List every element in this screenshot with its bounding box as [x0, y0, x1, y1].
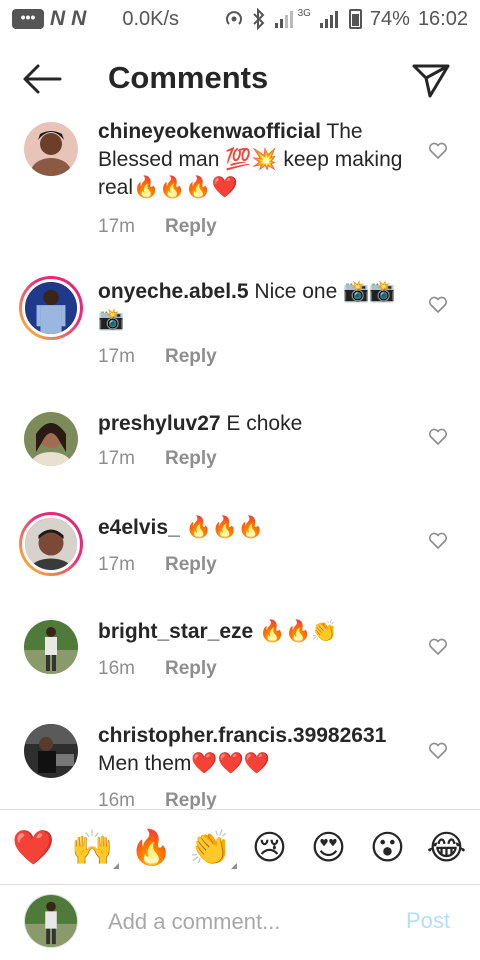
avatar[interactable]	[24, 412, 78, 466]
avatar[interactable]	[24, 724, 78, 778]
reply-button[interactable]: Reply	[165, 216, 217, 238]
reply-button[interactable]: Reply	[165, 554, 217, 576]
comment-time: 17m	[98, 216, 135, 237]
comment-text: preshyluv27 E choke	[98, 410, 416, 438]
comment-message: E choke	[220, 412, 303, 435]
battery-icon	[348, 9, 362, 29]
comment-meta: 17m Reply	[98, 554, 217, 576]
reply-button[interactable]: Reply	[165, 346, 217, 368]
comment-time: 17m	[98, 448, 135, 469]
avatar[interactable]	[24, 122, 78, 176]
back-arrow-icon[interactable]	[20, 62, 64, 96]
quick-reactions-bar: ❤️ 🙌 🔥 👏 😢 😍 😮 😂	[0, 818, 480, 878]
comment-text: christopher.francis.39982631 Men them❤️❤…	[98, 722, 416, 778]
like-heart-icon[interactable]	[428, 296, 448, 314]
comment-meta: 16m Reply	[98, 658, 217, 680]
bluetooth-icon	[252, 8, 264, 30]
like-heart-icon[interactable]	[428, 428, 448, 446]
reaction-fire[interactable]: 🔥	[128, 823, 176, 873]
reaction-crying[interactable]: 😢	[246, 823, 294, 873]
reaction-clapping[interactable]: 👏	[187, 823, 237, 873]
comment-time: 16m	[98, 658, 135, 679]
clock: 16:02	[417, 7, 468, 30]
comment-text: onyeche.abel.5 Nice one 📸📸📸	[98, 278, 416, 334]
hotspot-icon	[225, 11, 242, 25]
comment-meta: 17m Reply	[98, 448, 217, 470]
reaction-laughing[interactable]: 😂	[423, 823, 471, 873]
comments-list[interactable]: chineyeokenwaofficial The Blessed man 💯💥…	[0, 112, 480, 809]
like-heart-icon[interactable]	[428, 142, 448, 160]
reaction-heart-eyes[interactable]: 😍	[305, 823, 353, 873]
divider	[0, 809, 480, 810]
post-button[interactable]: Post	[406, 908, 450, 934]
reply-button[interactable]: Reply	[165, 448, 217, 470]
reaction-raised-hands[interactable]: 🙌	[69, 823, 119, 873]
reply-button[interactable]: Reply	[165, 790, 217, 809]
comment-message: 🔥🔥👏	[253, 620, 338, 643]
comment-time: 16m	[98, 790, 135, 809]
reply-button[interactable]: Reply	[165, 658, 217, 680]
chat-bubble-icon: •••	[12, 9, 44, 29]
comment-username[interactable]: preshyluv27	[98, 412, 221, 435]
page-title: Comments	[108, 60, 269, 95]
app-notification-icon: N	[71, 7, 87, 30]
signal-icon	[319, 11, 338, 28]
signal-icon	[274, 11, 293, 28]
comment-input[interactable]	[108, 906, 388, 938]
paper-plane-icon[interactable]	[410, 60, 452, 100]
comment-meta: 17m Reply	[98, 216, 217, 238]
comment-text: chineyeokenwaofficial The Blessed man 💯💥…	[98, 118, 416, 202]
comment-time: 17m	[98, 554, 135, 575]
app-notification-icon: N	[50, 7, 66, 30]
comment-time: 17m	[98, 346, 135, 367]
avatar[interactable]	[19, 276, 83, 340]
status-bar: ••• N N 0.0K/s 3G 74% 16:02	[0, 0, 480, 38]
comment-username[interactable]: christopher.francis.39982631	[98, 724, 386, 747]
avatar[interactable]	[24, 620, 78, 674]
reaction-heart[interactable]: ❤️	[10, 823, 58, 873]
battery-level: 74%	[369, 7, 410, 30]
comment-text: bright_star_eze 🔥🔥👏	[98, 618, 416, 646]
comment-text: e4elvis_ 🔥🔥🔥	[98, 514, 416, 542]
comment-username[interactable]: e4elvis_	[98, 516, 180, 539]
comment-username[interactable]: onyeche.abel.5	[98, 280, 249, 303]
divider	[0, 884, 480, 885]
comment-username[interactable]: bright_star_eze	[98, 620, 253, 643]
network-speed: 0.0K/s	[122, 7, 180, 30]
comment-meta: 17m Reply	[98, 346, 217, 368]
like-heart-icon[interactable]	[428, 742, 448, 760]
comment-message: 🔥🔥🔥	[179, 516, 265, 539]
comment-meta: 16m Reply	[98, 790, 217, 809]
avatar[interactable]	[19, 512, 83, 576]
network-type-label: 3G	[297, 7, 311, 19]
my-avatar	[24, 894, 78, 948]
reaction-surprised[interactable]: 😮	[364, 823, 412, 873]
comment-username[interactable]: chineyeokenwaofficial	[98, 120, 321, 143]
comment-composer: Post	[0, 886, 480, 960]
like-heart-icon[interactable]	[428, 532, 448, 550]
header: Comments	[0, 48, 480, 110]
like-heart-icon[interactable]	[428, 638, 448, 656]
comment-message: Men them❤️❤️❤️	[98, 752, 270, 775]
